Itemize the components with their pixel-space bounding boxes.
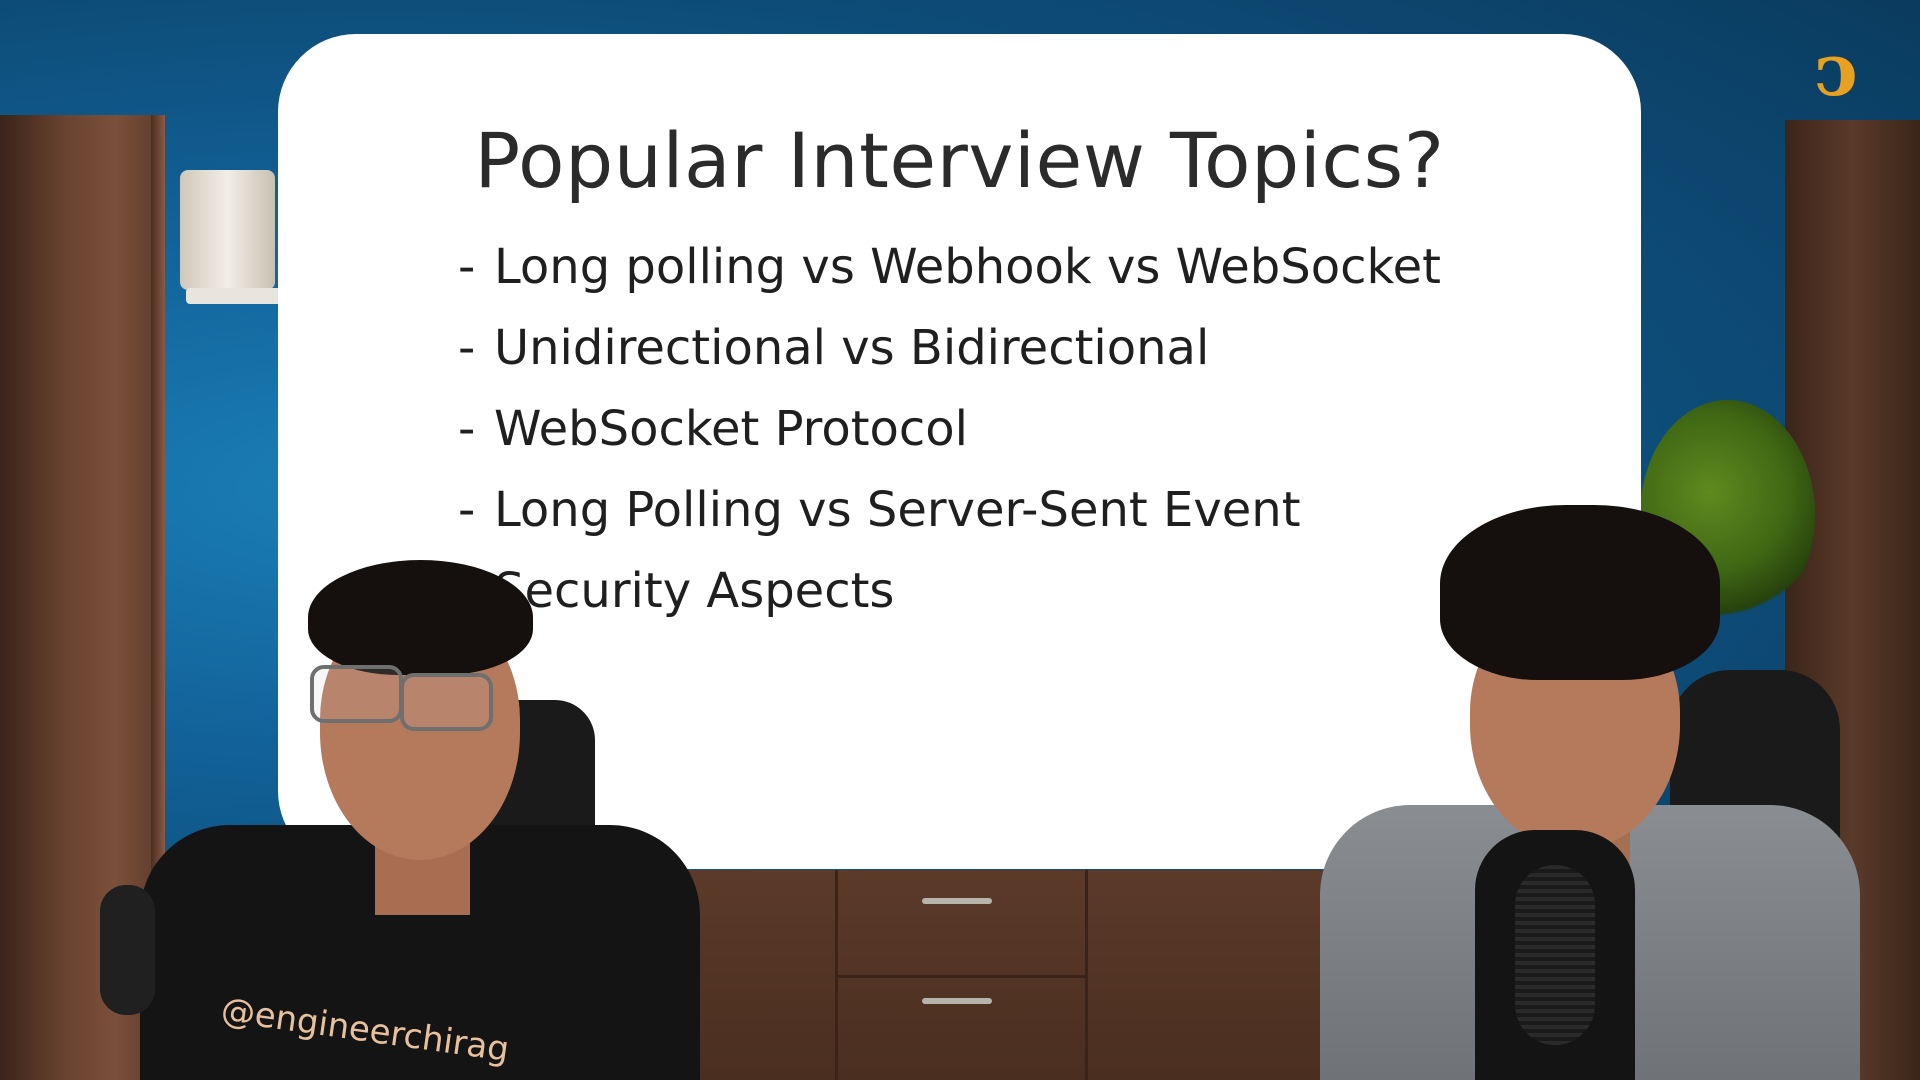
list-item: - WebSocket Protocol <box>458 401 968 457</box>
channel-logo-icon: ↄ <box>1814 27 1858 112</box>
topic-text: WebSocket Protocol <box>494 401 968 457</box>
list-item: - Long polling vs Webhook vs WebSocket <box>458 239 1441 295</box>
topic-text: Long polling vs Webhook vs WebSocket <box>494 239 1441 295</box>
slide-title: Popular Interview Topics? <box>474 116 1445 205</box>
glasses <box>400 673 493 731</box>
microphone <box>100 885 155 1015</box>
glasses <box>310 665 403 723</box>
microphone <box>1475 830 1635 1080</box>
host-left: @engineerchirag <box>140 525 700 1080</box>
curly-hair <box>1440 505 1720 680</box>
topic-text: Unidirectional vs Bidirectional <box>494 320 1210 376</box>
video-frame: ↄ Popular Interview Topics? - Long pollin… <box>0 0 1920 1080</box>
list-item: - Unidirectional vs Bidirectional <box>458 320 1210 376</box>
hair <box>308 560 533 675</box>
wall-lamp <box>180 170 281 304</box>
